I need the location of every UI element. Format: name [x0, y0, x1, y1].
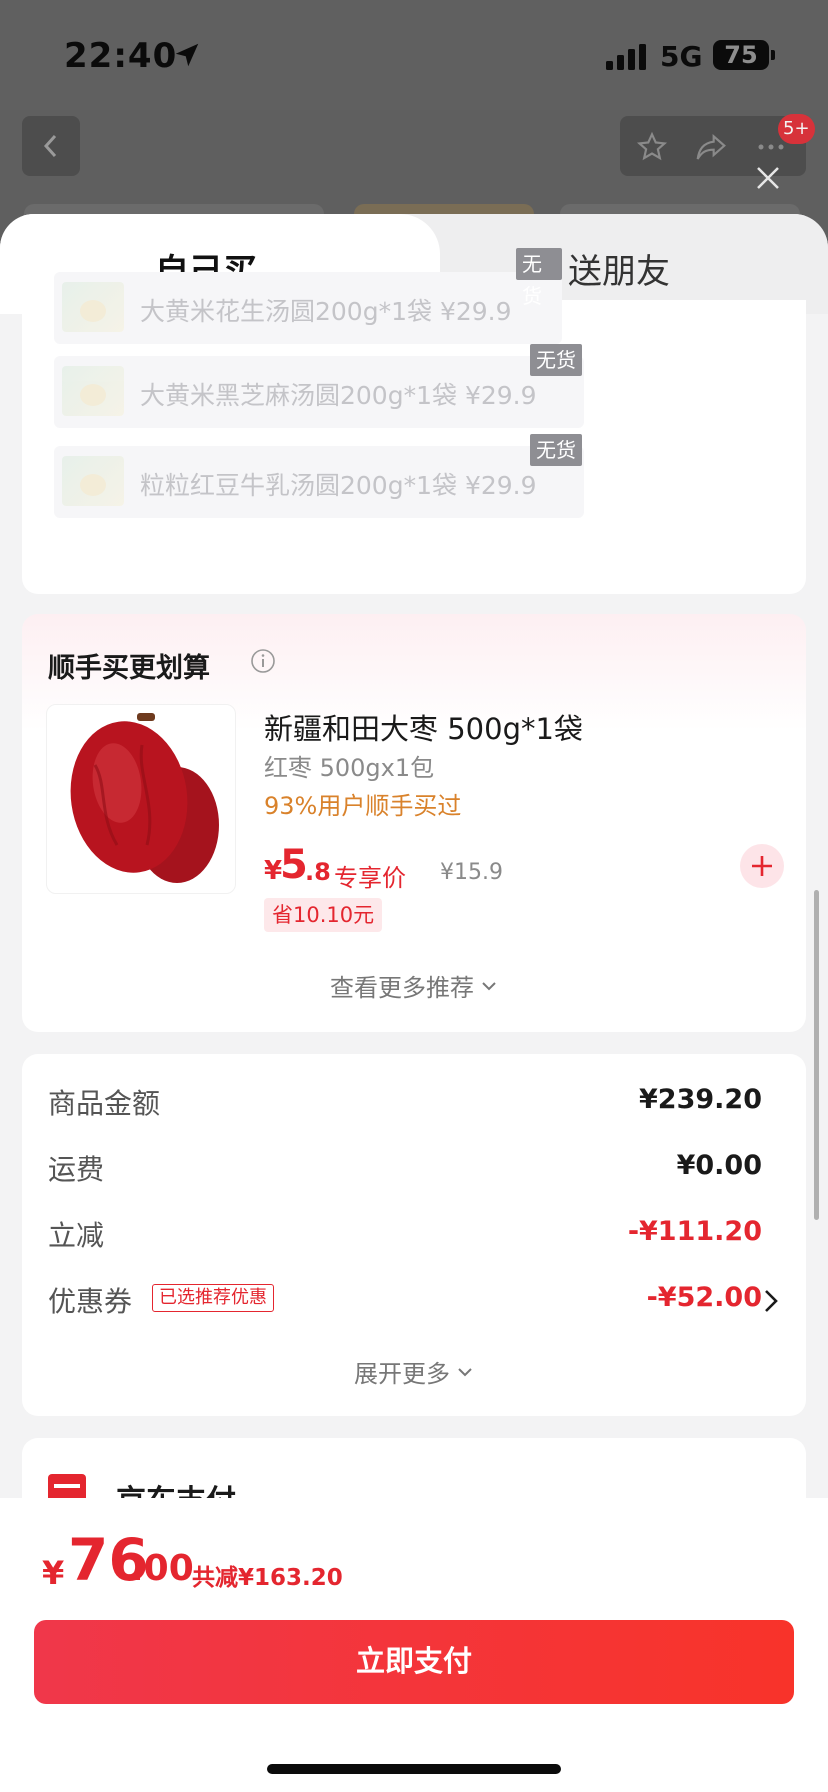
- close-icon[interactable]: [752, 162, 784, 194]
- chevron-left-icon: [43, 134, 57, 158]
- summary-value: ¥239.20: [639, 1084, 762, 1115]
- message-badge: 5+: [778, 114, 815, 144]
- summary-value: ¥0.00: [676, 1150, 762, 1181]
- summary-label: 立减: [48, 1219, 105, 1252]
- chevron-down-icon: [482, 981, 496, 990]
- home-indicator[interactable]: [267, 1764, 561, 1774]
- list-item: 大黄米花生汤圆200g*1袋 ¥29.9 无货: [54, 248, 562, 344]
- status-bar: 22:40 5G 75: [0, 0, 828, 110]
- product-name[interactable]: 新疆和田大枣 500g*1袋: [264, 706, 583, 748]
- chevron-right-icon[interactable]: [760, 1288, 782, 1314]
- more-recommendations-label: 查看更多推荐: [330, 974, 474, 1002]
- expand-more-label: 展开更多: [354, 1360, 450, 1388]
- summary-value: -¥52.00: [646, 1282, 762, 1313]
- coupon-tag: 已选推荐优惠: [152, 1284, 274, 1312]
- total-decimal: .00: [130, 1548, 194, 1589]
- product-thumbnail: [62, 456, 124, 506]
- chevron-down-icon: [458, 1367, 472, 1376]
- savings-badge: 省10.10元: [264, 898, 383, 932]
- tab-gift-label[interactable]: 送朋友: [568, 244, 670, 293]
- cellular-signal-icon: [606, 44, 646, 70]
- out-of-stock-tag: 无货: [530, 434, 582, 466]
- back-button[interactable]: [22, 116, 80, 176]
- total-symbol: ¥: [42, 1554, 65, 1592]
- star-icon[interactable]: [636, 131, 668, 163]
- share-icon[interactable]: [694, 131, 728, 163]
- original-price: ¥15.9: [440, 860, 503, 885]
- checkout-bar: ¥ 76 .00 共减¥163.20 立即支付: [0, 1498, 828, 1792]
- summary-row-discount: 立减 -¥111.20: [48, 1214, 762, 1254]
- oos-item-text: 大黄米花生汤圆200g*1袋 ¥29.9: [140, 297, 512, 326]
- product-image[interactable]: [46, 704, 236, 894]
- summary-label: 优惠券: [48, 1285, 133, 1318]
- out-of-stock-tag: 无货: [530, 344, 582, 376]
- price-integer: 5: [280, 842, 308, 888]
- summary-label: 运费: [48, 1153, 105, 1186]
- expand-more-link[interactable]: 展开更多: [22, 1354, 806, 1389]
- summary-label: 商品金额: [48, 1087, 161, 1120]
- more-recommendations-link[interactable]: 查看更多推荐: [22, 968, 806, 1003]
- price-summary: 商品金额 ¥239.20 运费 ¥0.00 立减 -¥111.20 优惠券 已选…: [22, 1054, 806, 1416]
- product-thumbnail: [62, 282, 124, 332]
- battery-icon: 75: [713, 40, 775, 70]
- oos-item-text: 大黄米黑芝麻汤圆200g*1袋 ¥29.9: [140, 381, 537, 410]
- exclusive-price-label: 专享价: [334, 864, 406, 892]
- summary-value: -¥111.20: [627, 1216, 762, 1247]
- location-arrow-icon: [175, 43, 199, 67]
- product-thumbnail: [62, 366, 124, 416]
- recommend-title: 顺手买更划算: [48, 653, 210, 684]
- info-icon[interactable]: [250, 648, 276, 674]
- summary-row-goods: 商品金额 ¥239.20: [48, 1082, 762, 1122]
- jujube-image: [70, 713, 219, 883]
- status-time: 22:40: [64, 36, 178, 76]
- list-item: 粒粒红豆牛乳汤圆200g*1袋 ¥29.9 无货: [54, 434, 584, 518]
- out-of-stock-list: 大黄米花生汤圆200g*1袋 ¥29.9 无货 大黄米黑芝麻汤圆200g*1袋 …: [22, 248, 806, 594]
- add-to-order-button[interactable]: [740, 844, 784, 888]
- list-item: 大黄米黑芝麻汤圆200g*1袋 ¥29.9 无货: [54, 344, 584, 428]
- plus-icon: [752, 856, 772, 876]
- scrollbar[interactable]: [814, 890, 819, 1220]
- total-saved: 共减¥163.20: [192, 1565, 343, 1591]
- summary-row-shipping: 运费 ¥0.00: [48, 1148, 762, 1188]
- summary-row-coupon[interactable]: 优惠券 已选推荐优惠 -¥52.00: [48, 1280, 762, 1320]
- pay-now-button[interactable]: 立即支付: [34, 1620, 794, 1704]
- network-type: 5G: [660, 40, 703, 73]
- product-spec: 红枣 500gx1包: [264, 754, 435, 782]
- product-buy-stat: 93%用户顺手买过: [264, 792, 462, 820]
- out-of-stock-tag: 无货: [516, 248, 562, 308]
- oos-item-text: 粒粒红豆牛乳汤圆200g*1袋 ¥29.9: [140, 471, 537, 500]
- recommend-card: 顺手买更划算 新疆和田大枣 500g*1袋 红枣 500gx1包 93%用户顺手…: [22, 614, 806, 1032]
- price-decimal: .8: [305, 858, 331, 886]
